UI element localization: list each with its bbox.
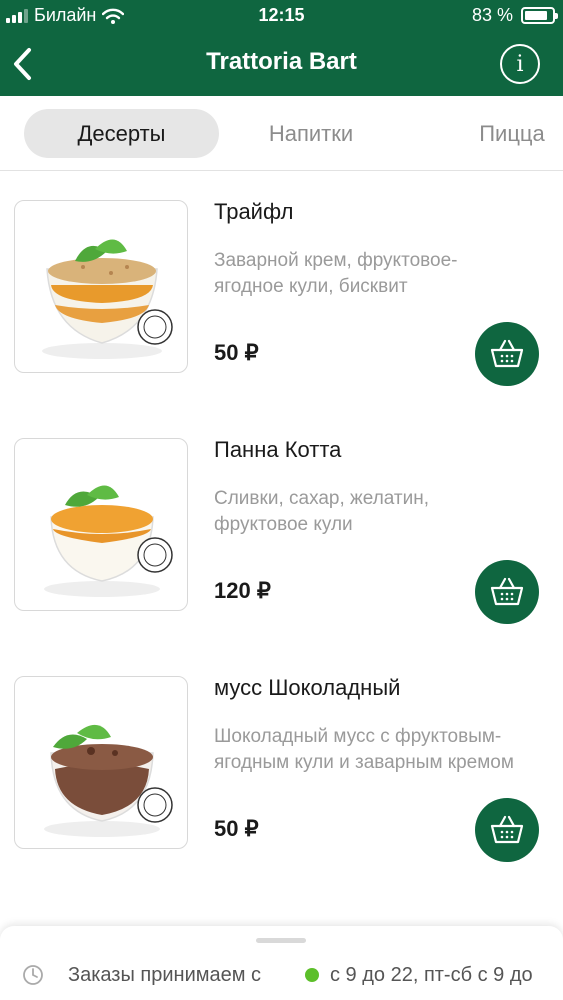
tab-pizza[interactable]: Пицца	[462, 109, 562, 158]
info-button[interactable]: i	[500, 44, 540, 84]
category-tabs: Десерты Напитки Пицца	[0, 96, 563, 171]
product-description: Сливки, сахар, желатин, фруктовое кули	[214, 488, 430, 535]
product-card[interactable]: мусс Шоколадный Шоколадный мусс с фрукто…	[0, 675, 563, 914]
tab-desserts[interactable]: Десерты	[24, 109, 219, 158]
battery-fill	[525, 11, 547, 20]
battery-percent: 83 %	[471, 5, 513, 25]
hours-text: с 9 до 22, пт-сб с 9 до	[330, 964, 533, 986]
status-bar: Билайн 12:15 83 %	[0, 0, 563, 30]
chocolate-mousse-image	[44, 724, 173, 837]
sheet-handle[interactable]	[256, 938, 306, 943]
basket-icon	[490, 577, 524, 606]
product-description: Шоколадный мусс с фруктовым-ягодным кули…	[214, 726, 514, 773]
battery-icon	[521, 7, 558, 24]
trifle-image	[42, 239, 173, 359]
product-price: 50 ₽	[214, 816, 259, 841]
product-name: Трайфл	[214, 199, 294, 224]
add-to-cart-button[interactable]	[475, 798, 539, 862]
basket-icon	[490, 339, 524, 368]
header: Билайн 12:15 83 % Trattoria Bart i	[0, 0, 563, 96]
open-status-dot	[305, 968, 319, 982]
status-right: 83 %	[471, 5, 558, 26]
page-title: Trattoria Bart	[206, 48, 357, 75]
product-price: 120 ₽	[214, 578, 271, 603]
add-to-cart-button[interactable]	[475, 560, 539, 624]
panna-cotta-image	[44, 485, 173, 597]
add-to-cart-button[interactable]	[475, 322, 539, 386]
hours-sheet[interactable]: Заказы принимаем с с 9 до 22, пт-сб с 9 …	[0, 926, 563, 1000]
product-price: 50 ₽	[214, 340, 259, 365]
info-icon: i	[516, 51, 524, 77]
product-name: мусс Шоколадный	[214, 675, 401, 700]
product-card[interactable]: Трайфл Заварной крем, фруктовое-ягодное …	[0, 199, 563, 438]
menu-screen: Билайн 12:15 83 % Trattoria Bart i Десер…	[0, 0, 563, 1000]
basket-icon	[490, 815, 524, 844]
product-image	[14, 438, 188, 611]
product-description: Заварной крем, фруктовое-ягодное кули, б…	[214, 250, 458, 297]
product-image	[14, 200, 188, 373]
tab-drinks[interactable]: Напитки	[246, 109, 376, 158]
product-image	[14, 676, 188, 849]
clock-icon	[23, 965, 43, 985]
product-name: Панна Котта	[214, 437, 342, 462]
hours-label: Заказы принимаем с	[68, 964, 262, 986]
product-card[interactable]: Панна Котта Сливки, сахар, желатин, фрук…	[0, 437, 563, 676]
